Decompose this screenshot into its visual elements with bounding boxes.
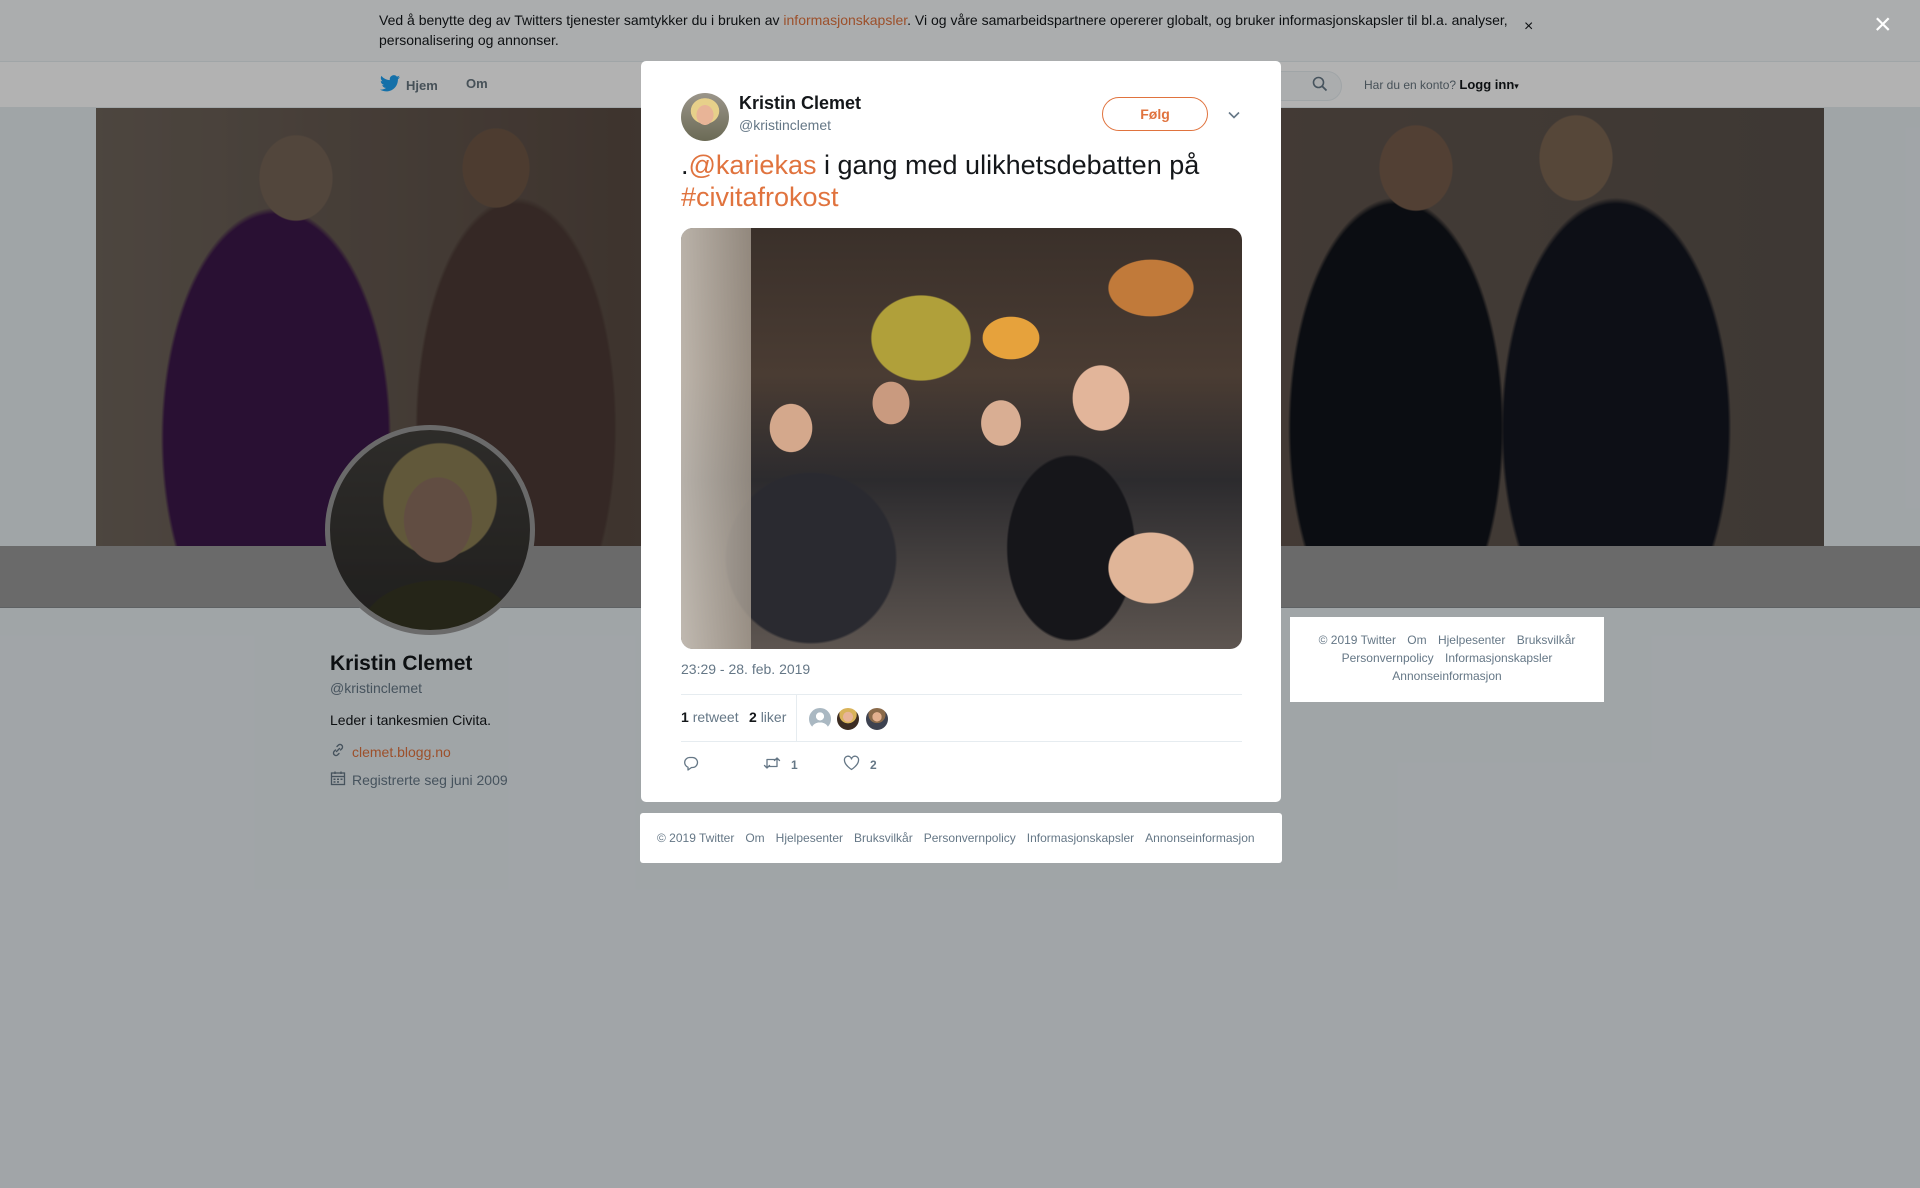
retweet-stat-label: retweet	[692, 709, 739, 725]
link-icon	[330, 742, 346, 761]
tweet-photo[interactable]	[681, 228, 1242, 649]
side-footer-about[interactable]: Om	[1407, 633, 1426, 647]
modal-footer-ads-info[interactable]: Annonseinformasjon	[1145, 831, 1254, 845]
side-footer-privacy[interactable]: Personvernpolicy	[1342, 651, 1434, 665]
nav-home-label: Hjem	[406, 77, 438, 93]
reply-button[interactable]	[683, 755, 699, 774]
modal-footer-terms[interactable]: Bruksvilkår	[854, 831, 913, 845]
login-link[interactable]: Logg inn	[1459, 77, 1514, 92]
cookie-text-start: Ved å benytte deg av Twitters tjenester …	[379, 12, 784, 28]
side-footer-terms[interactable]: Bruksvilkår	[1517, 633, 1576, 647]
modal-footer-help[interactable]: Hjelpesenter	[776, 831, 843, 845]
modal-footer-privacy[interactable]: Personvernpolicy	[924, 831, 1016, 845]
chevron-down-icon[interactable]: ▾	[1514, 81, 1519, 91]
tweet-hashtag-link[interactable]: #civitafrokost	[681, 182, 839, 212]
liker-avatar[interactable]	[808, 707, 832, 731]
side-footer: © 2019 Twitter Om Hjelpesenter Bruksvilk…	[1290, 617, 1604, 702]
side-footer-copyright: © 2019 Twitter	[1318, 633, 1396, 647]
liker-avatar[interactable]	[865, 707, 889, 731]
tweet-author-avatar[interactable]	[681, 93, 729, 141]
retweet-icon	[763, 755, 781, 774]
like-action-count: 2	[870, 757, 877, 772]
cookie-info-link[interactable]: informasjonskapsler	[783, 12, 907, 28]
retweet-stat[interactable]: 1 retweet	[681, 709, 739, 725]
calendar-icon	[330, 770, 346, 789]
cookie-close-button[interactable]: ×	[1524, 18, 1533, 36]
profile-website-row: clemet.blogg.no	[330, 742, 451, 761]
stats-divider	[796, 695, 797, 741]
login-prompt-text: Har du en konto?	[1364, 78, 1457, 92]
chevron-down-icon[interactable]	[1226, 107, 1242, 123]
nav-home[interactable]: Hjem	[380, 75, 438, 95]
reply-icon	[683, 755, 699, 774]
liker-avatar[interactable]	[836, 707, 860, 731]
like-stat-count: 2	[749, 709, 757, 725]
side-footer-ads-info[interactable]: Annonseinformasjon	[1392, 669, 1501, 683]
profile-name[interactable]: Kristin Clemet	[330, 652, 472, 676]
like-button[interactable]: 2	[843, 755, 877, 774]
close-icon[interactable]: ×	[1874, 10, 1892, 40]
side-footer-cookies[interactable]: Informasjonskapsler	[1445, 651, 1552, 665]
retweet-stat-count: 1	[681, 709, 689, 725]
tweet-author-handle[interactable]: @kristinclemet	[739, 117, 831, 133]
follow-button[interactable]: Følg	[1102, 97, 1208, 131]
tweet-text-prefix: .	[681, 150, 689, 180]
tweet-timestamp[interactable]: 23:29 - 28. feb. 2019	[681, 661, 810, 677]
modal-footer-cookies[interactable]: Informasjonskapsler	[1027, 831, 1134, 845]
tweet-author-name[interactable]: Kristin Clemet	[739, 93, 861, 114]
profile-website-link[interactable]: clemet.blogg.no	[352, 744, 451, 760]
login-area: Har du en konto? Logg inn▾	[1364, 77, 1519, 92]
profile-handle[interactable]: @kristinclemet	[330, 680, 422, 696]
retweet-action-count: 1	[791, 757, 798, 772]
cookie-banner-text: Ved å benytte deg av Twitters tjenester …	[379, 10, 1519, 50]
tweet-modal: Kristin Clemet @kristinclemet Følg .@kar…	[641, 61, 1281, 802]
nav-about[interactable]: Om	[466, 76, 488, 91]
side-footer-help[interactable]: Hjelpesenter	[1438, 633, 1505, 647]
like-stat[interactable]: 2 liker	[749, 709, 786, 725]
cookie-banner: Ved å benytte deg av Twitters tjenester …	[0, 0, 1920, 62]
profile-avatar[interactable]	[325, 425, 535, 635]
tweet-text-body: i gang med ulikhetsdebatten på	[816, 150, 1200, 180]
tweet-text: .@kariekas i gang med ulikhetsdebatten p…	[681, 149, 1251, 213]
twitter-bird-icon	[380, 75, 400, 95]
like-stat-label: liker	[760, 709, 787, 725]
tweet-mention-link[interactable]: @kariekas	[689, 150, 817, 180]
profile-joined-date: Registrerte seg juni 2009	[352, 771, 508, 788]
tweet-actions: 1 2	[681, 751, 1242, 779]
profile-bio: Leder i tankesmien Civita.	[330, 712, 492, 728]
profile-joined-row: Registrerte seg juni 2009	[330, 770, 508, 789]
tweet-stats: 1 retweet 2 liker	[681, 694, 1242, 742]
retweet-button[interactable]: 1	[763, 755, 798, 774]
heart-icon	[843, 755, 860, 774]
search-icon[interactable]	[1312, 76, 1328, 97]
modal-footer-copyright: © 2019 Twitter	[657, 831, 735, 845]
modal-footer-about[interactable]: Om	[745, 831, 764, 845]
modal-footer: © 2019 Twitter Om Hjelpesenter Bruksvilk…	[640, 813, 1282, 863]
